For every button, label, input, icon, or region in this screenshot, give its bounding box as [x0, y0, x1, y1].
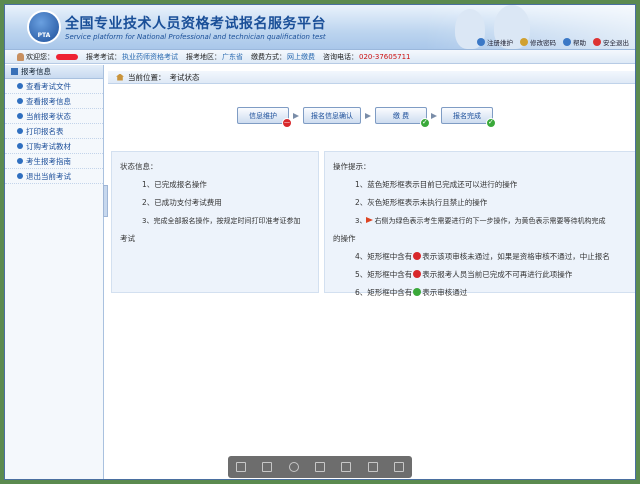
sidebar-item-view-registration-info[interactable]: 查看报考信息 — [5, 94, 103, 109]
sidebar-item-guide[interactable]: 考生报考指南 — [5, 154, 103, 169]
sidebar-item-print-form[interactable]: 打印报名表 — [5, 124, 103, 139]
link-logout[interactable]: 安全退出 — [593, 37, 629, 47]
share-icon[interactable] — [393, 462, 404, 472]
pay-value: 网上缴费 — [287, 52, 315, 61]
arrow-circle-icon — [17, 98, 23, 104]
tips-panel: 操作提示： 1、蓝色矩形框表示目前已完成还可以进行的操作 2、灰色矩形框表示未执… — [324, 151, 635, 297]
tip-row: 4、矩形框中含有 表示该项审核未通过，如果是资格审核不通过，中止报名 — [355, 252, 610, 261]
check-icon — [420, 118, 430, 128]
tips-title: 操作提示： — [333, 162, 371, 171]
welcome-label: 欢迎您： — [26, 52, 54, 61]
progress-steps: 信息维护 报名信息确认 缴 费 报名完成 — [237, 107, 496, 128]
save-icon[interactable] — [314, 462, 325, 472]
link-change-password[interactable]: 修改密码 — [520, 37, 556, 47]
exam-label: 报考考试： — [86, 52, 121, 61]
floating-toolbar — [228, 456, 412, 478]
arrow-circle-icon — [17, 83, 23, 89]
status-row: 3、完成全部报名操作，按规定时间打印准考证参加 — [142, 217, 301, 225]
status-row: 2、已成功支付考试费用 — [142, 198, 222, 207]
header-banner: PTA 全国专业技术人员资格考试报名服务平台 Service platform … — [5, 5, 635, 50]
arrow-right-icon — [365, 112, 371, 119]
tip-row: 1、蓝色矩形框表示目前已完成还可以进行的操作 — [355, 180, 518, 189]
user-info-bar: 欢迎您： 报考考试： 执业药师资格考试 报考地区： 广东省 缴费方式： 网上缴费… — [5, 50, 635, 64]
rotate-icon[interactable] — [288, 462, 299, 472]
exit-icon — [593, 38, 601, 46]
bookmark-icon[interactable] — [341, 462, 352, 472]
step-complete[interactable]: 报名完成 — [441, 107, 496, 128]
user-icon — [17, 52, 24, 61]
arrow-right-icon — [431, 112, 437, 119]
sidebar-item-order-textbooks[interactable]: 订购考试教材 — [5, 139, 103, 154]
arrow-circle-icon — [17, 158, 23, 164]
pay-label: 缴费方式： — [251, 52, 286, 61]
phone-value: 020-37605711 — [359, 52, 411, 61]
key-icon — [520, 38, 528, 46]
sidebar-item-exit-exam[interactable]: 退出当前考试 — [5, 169, 103, 184]
tip-row: 3、 右侧为绿色表示考生需要进行的下一步操作，为黄色表示需要等待机构完成 — [355, 217, 606, 225]
sidebar-header: 报考信息 — [5, 65, 103, 79]
sidebar-item-current-status[interactable]: 当前报考状态 — [5, 109, 103, 124]
list-icon — [11, 68, 18, 75]
tip-row: 2、灰色矩形框表示未执行且禁止的操作 — [355, 198, 488, 207]
user-edit-icon — [477, 38, 485, 46]
tip-row-cont: 的操作 — [333, 234, 356, 243]
red-arrow-icon — [366, 217, 374, 223]
check-icon — [413, 288, 422, 296]
fit-icon[interactable] — [262, 462, 273, 472]
region-label: 报考地区： — [186, 52, 221, 61]
link-register-maintain[interactable]: 注册维护 — [477, 37, 513, 47]
copy-icon[interactable] — [367, 462, 378, 472]
arrow-circle-icon — [17, 143, 23, 149]
arrow-circle-icon — [17, 113, 23, 119]
arrow-circle-icon — [17, 128, 23, 134]
step-confirm-info[interactable]: 报名信息确认 — [303, 107, 361, 124]
logo-text: PTA — [37, 32, 51, 39]
help-icon — [563, 38, 571, 46]
browser-window: x PTA 全国专业技术人员资格考试报名服务平台 Service platfor… — [4, 4, 636, 480]
prev-icon[interactable] — [236, 462, 247, 472]
exam-value: 执业药师资格考试 — [122, 52, 178, 61]
top-links: 注册维护 修改密码 帮助 安全退出 — [477, 37, 629, 47]
tip-row: 5、矩形框中含有 表示报考人员当前已完成不可再进行此项操作 — [355, 270, 573, 279]
region-value: 广东省 — [222, 52, 243, 61]
breadcrumb: 当前位置： 考试状态 — [108, 71, 635, 84]
pta-logo-icon: PTA — [27, 10, 61, 44]
breadcrumb-label: 当前位置： — [128, 72, 166, 82]
link-help[interactable]: 帮助 — [563, 37, 586, 47]
sidebar-splitter[interactable] — [103, 185, 108, 217]
arrow-right-icon — [293, 112, 299, 119]
status-row: 1、已完成报名操作 — [142, 180, 207, 189]
site-title: 全国专业技术人员资格考试报名服务平台 — [65, 16, 326, 32]
tip-row: 6、矩形框中含有 表示审核通过 — [355, 288, 468, 297]
check-icon — [486, 118, 496, 128]
step-info-maintain[interactable]: 信息维护 — [237, 107, 292, 128]
site-subtitle: Service platform for National Profession… — [65, 33, 326, 41]
breadcrumb-current: 考试状态 — [169, 72, 200, 82]
error-icon — [413, 252, 422, 260]
home-icon — [116, 73, 124, 81]
redacted-username — [56, 53, 78, 60]
arrow-circle-icon — [17, 173, 23, 179]
step-payment[interactable]: 缴 费 — [375, 107, 430, 128]
phone-label: 咨询电话： — [323, 52, 358, 61]
blocked-icon — [282, 118, 292, 128]
sidebar: 报考信息 查看考试文件 查看报考信息 当前报考状态 打印报名表 订购考试教材 考… — [5, 65, 104, 479]
status-panel: 状态信息： 1、已完成报名操作 2、已成功支付考试费用 3、完成全部报名操作，按… — [111, 151, 319, 293]
status-title: 状态信息： — [120, 162, 158, 171]
blocked-icon — [413, 270, 422, 278]
sidebar-item-view-exam-files[interactable]: 查看考试文件 — [5, 79, 103, 94]
status-row-cont: 考试 — [120, 234, 135, 243]
